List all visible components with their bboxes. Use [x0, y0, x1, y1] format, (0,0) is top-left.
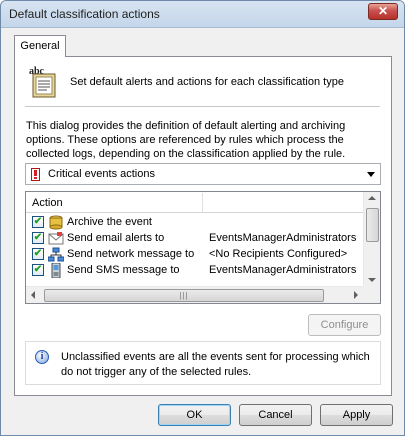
list-item[interactable]: ✔ Send email alerts to EventsManagerAdmi…	[26, 231, 366, 246]
column-header-action[interactable]: Action	[32, 197, 63, 209]
header-divider	[25, 106, 380, 107]
window-title: Default classification actions	[9, 7, 160, 21]
horizontal-scroll-thumb[interactable]: |||	[44, 289, 324, 302]
classification-book-icon: abc	[29, 66, 56, 98]
svg-text:abc: abc	[29, 66, 45, 77]
list-item[interactable]: ✔ Archive the event	[26, 215, 366, 230]
general-tab-panel: abc Set default alerts and actions for e…	[14, 56, 392, 396]
checkbox-network[interactable]: ✔	[32, 248, 44, 260]
checkbox-archive[interactable]: ✔	[32, 216, 44, 228]
column-divider[interactable]	[202, 193, 203, 212]
action-label: Archive the event	[67, 216, 152, 228]
list-header: Action	[26, 192, 366, 213]
action-value: EventsManagerAdministrators	[209, 264, 357, 276]
classification-selected-value: Critical events actions	[48, 168, 155, 180]
info-icon: i	[35, 350, 49, 364]
ok-button[interactable]: OK	[158, 404, 231, 426]
classification-dropdown[interactable]: Critical events actions	[25, 163, 381, 185]
scroll-left-icon[interactable]	[31, 291, 35, 299]
actions-list[interactable]: Action ✔ Archive the event ✔ Send email …	[25, 191, 381, 304]
tab-general[interactable]: General	[14, 35, 66, 57]
action-value: <No Recipients Configured>	[209, 248, 348, 260]
vertical-scroll-thumb[interactable]	[366, 208, 379, 242]
list-item[interactable]: ✔ Send network message to <No Recipients…	[26, 247, 366, 262]
checkbox-email[interactable]: ✔	[32, 232, 44, 244]
archive-icon	[49, 215, 63, 230]
close-button[interactable]: ✕	[368, 3, 398, 20]
email-icon	[48, 232, 64, 245]
info-text: Unclassified events are all the events s…	[61, 351, 370, 378]
configure-button[interactable]: Configure	[308, 314, 381, 336]
action-label: Send email alerts to	[67, 232, 165, 244]
apply-button[interactable]: Apply	[320, 404, 393, 426]
action-label: Send network message to	[67, 248, 195, 260]
scroll-up-icon[interactable]	[368, 196, 376, 200]
header-text: Set default alerts and actions for each …	[70, 76, 344, 88]
vertical-scrollbar[interactable]	[363, 192, 380, 286]
scroll-down-icon[interactable]	[368, 278, 376, 282]
network-icon	[48, 247, 64, 262]
dialog-window: Default classification actions ✕ General…	[0, 0, 405, 436]
critical-event-icon	[31, 168, 40, 181]
description-text: This dialog provides the definition of d…	[26, 120, 346, 160]
checkbox-sms[interactable]: ✔	[32, 264, 44, 276]
horizontal-scrollbar[interactable]: |||	[26, 286, 380, 303]
title-bar[interactable]: Default classification actions ✕	[1, 1, 404, 28]
cancel-button[interactable]: Cancel	[239, 404, 312, 426]
scroll-right-icon[interactable]	[354, 291, 358, 299]
list-item[interactable]: ✔ Send SMS message to EventsManagerAdmin…	[26, 263, 366, 278]
mobile-phone-icon	[51, 263, 61, 278]
scrollbar-corner	[363, 286, 380, 303]
info-box: i Unclassified events are all the events…	[25, 341, 381, 385]
action-label: Send SMS message to	[67, 264, 180, 276]
chevron-down-icon[interactable]	[367, 172, 375, 177]
action-value: EventsManagerAdministrators	[209, 232, 357, 244]
close-icon: ✕	[377, 4, 389, 18]
